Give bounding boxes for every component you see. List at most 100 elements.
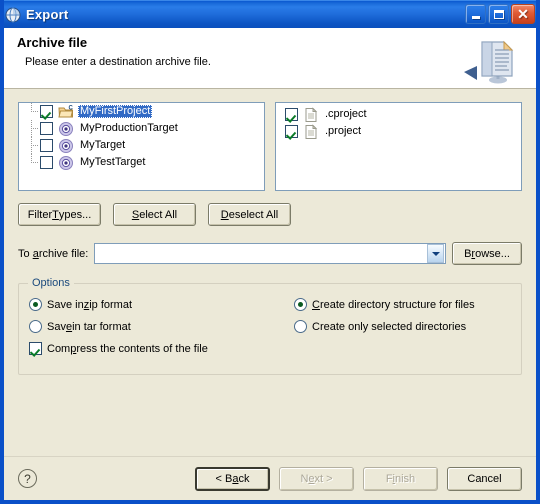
finish-button: Fi nish <box>363 466 438 491</box>
compress-contents-checkbox[interactable]: Com p ress the contents of the file <box>29 342 294 355</box>
eclipse-globe-icon <box>5 7 21 23</box>
tree-connector <box>23 120 40 137</box>
tree-item[interactable]: C MyFirstProject <box>19 103 264 120</box>
select-all-mnemonic: S <box>131 208 140 221</box>
options-group-title: Options <box>28 277 74 289</box>
filter-types-pre: Filter <box>27 208 53 221</box>
filter-types-post: ypes... <box>58 208 92 221</box>
tree-item[interactable]: MyTestTarget <box>19 154 264 171</box>
title-bar: Export ✕ <box>4 0 536 28</box>
radio-indicator <box>29 320 42 333</box>
wizard-banner: Archive file Please enter a destination … <box>4 28 536 89</box>
create-selected-directories-radio[interactable]: Create only selected directories <box>294 320 475 333</box>
svg-text:C: C <box>69 105 74 111</box>
back-post: ck <box>238 472 250 485</box>
c-project-folder-icon: C <box>58 104 74 120</box>
radio-indicator <box>294 298 307 311</box>
tree-item-checkbox[interactable] <box>40 139 53 152</box>
next-pre: N <box>300 472 309 485</box>
browse-post: owse... <box>475 247 510 260</box>
save-tar-pre: Sav <box>47 320 66 333</box>
create-sel-pre: Create only selected directories <box>312 320 467 333</box>
export-dialog-window: Export ✕ Archive file Please enter a des… <box>0 0 540 504</box>
compress-pre: Com <box>47 342 71 355</box>
selection-buttons-row: Filter Types... Select All Deselect All <box>18 191 522 226</box>
deselect-all-mnemonic: D <box>220 208 229 221</box>
archive-label-post: rchive file: <box>38 247 89 260</box>
back-button[interactable]: < Ba ck <box>195 466 270 491</box>
browse-button[interactable]: Br owse... <box>452 242 522 265</box>
select-all-button[interactable]: Select All <box>113 203 196 226</box>
tree-connector <box>23 154 40 171</box>
save-tar-radio[interactable]: Sav e in tar format <box>29 320 294 333</box>
tree-item-checkbox[interactable] <box>40 105 53 118</box>
finish-post: nish <box>395 472 416 485</box>
next-button: Ne xt > <box>279 466 354 491</box>
file-item-checkbox[interactable] <box>285 125 298 138</box>
build-target-icon <box>58 121 74 137</box>
list-item[interactable]: .cproject <box>276 103 521 123</box>
dialog-footer: ? < Ba ck Ne xt > Fi nish Cancel <box>4 456 536 500</box>
deselect-all-button[interactable]: Deselect All <box>208 203 291 226</box>
cancel-button[interactable]: Cancel <box>447 466 522 491</box>
radio-indicator <box>29 298 42 311</box>
dialog-body: C MyFirstProject MyProductionTarget MyTa… <box>4 89 536 500</box>
save-zip-post: ip format <box>89 298 132 311</box>
options-group: Options Save in z ip format Sav e in tar f… <box>18 277 522 375</box>
tree-item-label: MyTarget <box>80 139 126 151</box>
back-pre: < B <box>215 472 233 485</box>
file-list-pane[interactable]: .cproject .project <box>275 102 522 191</box>
create-dir-post: reate directory structure for files <box>319 298 475 311</box>
checkbox-indicator <box>29 342 42 355</box>
file-icon <box>303 123 319 140</box>
filter-types-button[interactable]: Filter Types... <box>18 203 101 226</box>
tree-connector <box>23 103 40 120</box>
archive-file-input[interactable] <box>95 246 427 261</box>
list-item[interactable]: .project <box>276 123 521 140</box>
page-title: Archive file <box>17 35 88 50</box>
tree-item-checkbox[interactable] <box>40 156 53 169</box>
tree-item-checkbox[interactable] <box>40 122 53 135</box>
maximize-icon[interactable] <box>488 4 509 24</box>
tree-item-label: MyFirstProject <box>78 105 153 118</box>
project-tree-pane[interactable]: C MyFirstProject MyProductionTarget MyTa… <box>18 102 265 191</box>
export-archive-icon <box>460 34 522 86</box>
deselect-all-post: eselect All <box>228 208 279 221</box>
compress-post: ress the contents of the file <box>76 342 208 355</box>
file-item-label: .project <box>325 125 362 137</box>
save-zip-radio[interactable]: Save in z ip format <box>29 298 294 311</box>
file-item-label: .cproject <box>325 108 367 120</box>
file-item-checkbox[interactable] <box>285 108 298 121</box>
filter-types-mnemonic: T <box>52 208 59 221</box>
select-all-post: elect All <box>139 208 178 221</box>
tree-item-label: MyTestTarget <box>80 156 146 168</box>
minimize-icon[interactable] <box>465 4 486 24</box>
page-subtitle: Please enter a destination archive file. <box>25 56 211 68</box>
wizard-navigation-buttons: < Ba ck Ne xt > Fi nish Cancel <box>195 466 522 491</box>
options-right-column: Create directory structure for files Cre… <box>294 298 475 355</box>
tree-item[interactable]: MyTarget <box>19 137 264 154</box>
build-target-icon <box>58 138 74 154</box>
window-controls: ✕ <box>465 4 535 24</box>
help-question-icon[interactable]: ? <box>18 469 37 488</box>
archive-file-row: To archive file: Br owse... <box>18 226 522 265</box>
browse-pre: B <box>464 247 472 260</box>
tree-connector <box>23 137 40 154</box>
window-title: Export <box>26 7 69 22</box>
create-directory-structure-radio[interactable]: Create directory structure for files <box>294 298 475 311</box>
cancel-pre: Cancel <box>467 472 502 485</box>
resource-selection-area: C MyFirstProject MyProductionTarget MyTa… <box>18 89 522 191</box>
chevron-down-icon[interactable] <box>427 244 444 263</box>
options-left-column: Save in z ip format Sav e in tar format Co… <box>29 298 294 355</box>
create-dir-mnemonic: C <box>312 298 320 311</box>
tree-item[interactable]: MyProductionTarget <box>19 120 264 137</box>
save-zip-pre: Save in <box>47 298 84 311</box>
archive-label-pre: To <box>18 247 33 260</box>
tree-item-label: MyProductionTarget <box>80 122 178 134</box>
archive-file-combo[interactable] <box>94 243 446 264</box>
next-post: xt > <box>314 472 333 485</box>
file-icon <box>303 106 319 123</box>
finish-pre: F <box>385 472 393 485</box>
close-icon[interactable]: ✕ <box>511 4 535 24</box>
build-target-icon <box>58 155 74 171</box>
